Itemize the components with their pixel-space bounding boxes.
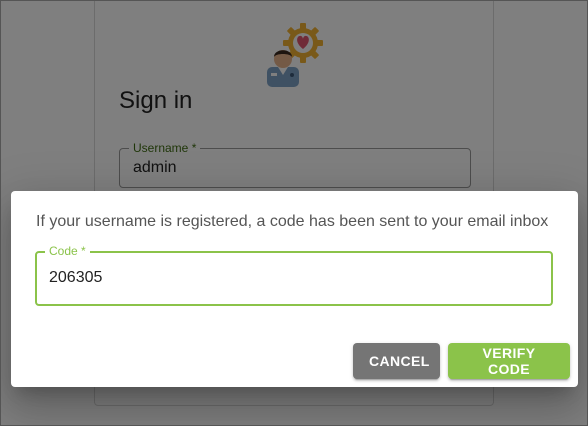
dialog-message: If your username is registered, a code h… (36, 213, 549, 230)
dialog-actions: CANCEL VERIFY CODE (353, 343, 570, 379)
verify-code-button[interactable]: VERIFY CODE (448, 343, 570, 379)
code-input[interactable] (49, 269, 529, 287)
cancel-button[interactable]: CANCEL (353, 343, 440, 379)
verify-code-dialog: If your username is registered, a code h… (11, 191, 578, 387)
code-field[interactable]: Code * (35, 244, 553, 306)
code-label: Code * (45, 244, 90, 258)
